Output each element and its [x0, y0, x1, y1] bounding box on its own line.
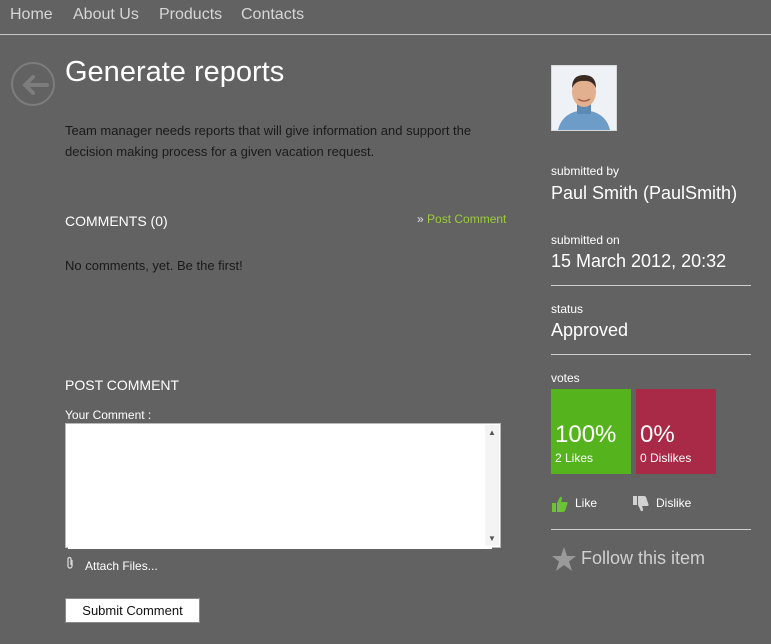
follow-label: Follow this item — [581, 547, 706, 568]
your-comment-label: Your Comment : — [65, 408, 152, 422]
star-icon — [552, 547, 576, 571]
no-comments-text: No comments, yet. Be the first! — [65, 258, 243, 273]
like-button[interactable]: Like — [551, 495, 597, 513]
follow-item-button[interactable]: Follow this item — [551, 546, 705, 572]
submit-comment-button[interactable]: Submit Comment — [65, 598, 200, 623]
submitted-on-label: submitted on — [551, 233, 620, 247]
page-title: Generate reports — [65, 56, 285, 88]
avatar-photo — [552, 66, 616, 130]
dislikes-percent: 0% — [640, 421, 675, 448]
scroll-down-icon[interactable]: ▼ — [488, 534, 496, 543]
comment-box: ▲ ▼ — [65, 423, 501, 549]
dislike-button[interactable]: Dislike — [632, 495, 691, 513]
post-link-bullet: » — [417, 212, 424, 226]
status-value: Approved — [551, 320, 629, 340]
back-arrow-icon — [23, 75, 49, 95]
divider — [551, 529, 751, 530]
thumbs-down-icon — [633, 496, 649, 512]
avatar — [551, 65, 617, 131]
nav-contacts[interactable]: Contacts — [241, 6, 304, 24]
likes-count: 2 Likes — [555, 451, 594, 465]
likes-percent: 100% — [555, 421, 617, 448]
scroll-up-icon[interactable]: ▲ — [488, 428, 496, 437]
comments-heading: COMMENTS (0) — [65, 213, 168, 229]
thumbs-up-icon — [552, 496, 568, 512]
submitted-by-label: submitted by — [551, 164, 620, 178]
post-comment-heading: POST COMMENT — [65, 377, 180, 393]
item-description: Team manager needs reports that will giv… — [65, 123, 472, 159]
dislikes-count: 0 Dislikes — [640, 451, 692, 465]
comment-scrollbar[interactable]: ▲ ▼ — [485, 425, 499, 546]
submitted-on-value: 15 March 2012, 20:32 — [551, 251, 727, 271]
comment-textarea[interactable] — [68, 426, 492, 549]
like-label: Like — [575, 496, 598, 511]
likes-tile: 100% 2 Likes — [551, 389, 631, 474]
votes-label: votes — [551, 371, 580, 385]
post-comment-link[interactable]: » Post Comment — [417, 212, 506, 226]
attach-files-link[interactable]: Attach Files... — [65, 556, 158, 573]
submitted-by-value: Paul Smith (PaulSmith) — [551, 183, 738, 203]
nav-home[interactable]: Home — [10, 6, 53, 24]
divider — [551, 285, 751, 286]
dislike-label: Dislike — [656, 496, 692, 511]
attach-files-label: Attach Files... — [85, 559, 158, 573]
divider — [551, 354, 751, 355]
post-comment-link-label: Post Comment — [427, 212, 507, 226]
top-nav: Home About Us Products Contacts — [0, 0, 771, 35]
dislikes-tile: 0% 0 Dislikes — [636, 389, 716, 474]
status-label: status — [551, 302, 584, 316]
nav-about-us[interactable]: About Us — [73, 6, 139, 24]
back-button[interactable] — [11, 62, 55, 106]
paperclip-icon — [65, 556, 77, 573]
nav-products[interactable]: Products — [159, 6, 222, 24]
